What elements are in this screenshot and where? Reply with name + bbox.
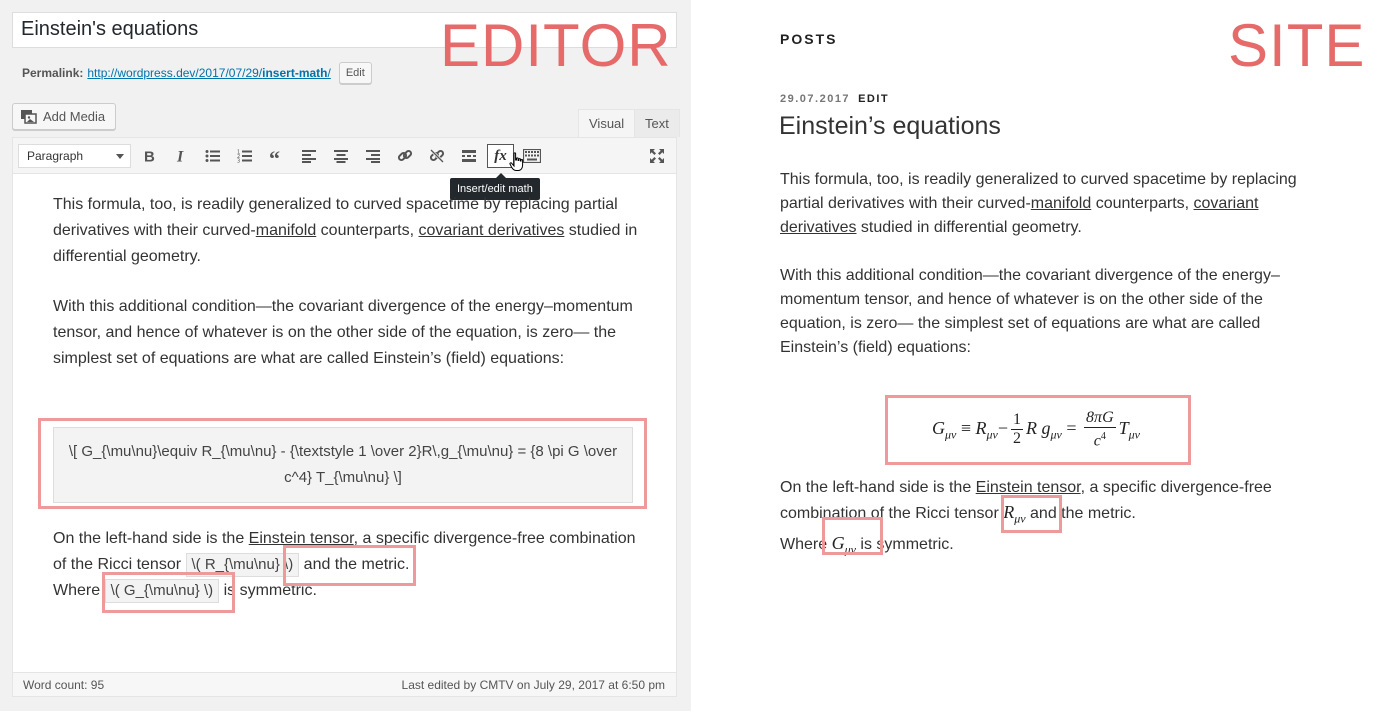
editor-pane: Einstein's equations EDITOR Permalink: h… — [0, 0, 691, 711]
align-left-icon[interactable] — [296, 144, 322, 168]
site-content: This formula, too, is readily generalize… — [780, 168, 1305, 384]
bulleted-list-icon[interactable] — [200, 144, 226, 168]
svg-text:3: 3 — [237, 159, 240, 164]
format-select[interactable]: Paragraph — [18, 144, 131, 168]
add-media-label: Add Media — [43, 109, 106, 124]
editor-label: EDITOR — [440, 12, 672, 79]
post-edit-link[interactable]: EDIT — [858, 93, 889, 105]
highlight-rendered-ricci — [1001, 495, 1062, 533]
tab-text[interactable]: Text — [634, 109, 680, 137]
permalink-link[interactable]: http://wordpress.dev/2017/07/29/insert-m… — [87, 66, 330, 80]
hand-cursor-icon — [509, 152, 525, 177]
add-media-button[interactable]: Add Media — [12, 103, 117, 130]
highlight-rendered-g — [822, 517, 883, 555]
fullscreen-icon[interactable] — [644, 144, 670, 168]
permalink-edit-button[interactable]: Edit — [338, 62, 372, 84]
post-title: Einstein’s equations — [779, 112, 1001, 140]
site-pane: SITE POSTS 29.07.2017 EDIT Einstein’s equ… — [691, 0, 1382, 711]
svg-text:I: I — [176, 149, 184, 163]
word-count: Word count: 95 — [23, 678, 105, 692]
chevron-down-icon — [116, 154, 124, 159]
svg-text:“: “ — [269, 149, 280, 163]
site-label: SITE — [1228, 12, 1366, 79]
add-media-icon — [21, 109, 37, 124]
svg-text:B: B — [144, 149, 155, 163]
site-link-einstein-tensor[interactable]: Einstein tensor — [976, 479, 1081, 496]
link-icon[interactable] — [392, 144, 418, 168]
editor-content[interactable]: This formula, too, is readily generalize… — [53, 192, 638, 396]
paragraph-2: With this additional condition—the covar… — [53, 298, 633, 367]
posts-heading: POSTS — [780, 31, 838, 47]
italic-icon[interactable]: I — [168, 144, 194, 168]
permalink-row: Permalink: http://wordpress.dev/2017/07/… — [22, 62, 372, 84]
highlight-latex-ricci — [283, 545, 416, 586]
numbered-list-icon[interactable]: 123 — [232, 144, 258, 168]
tab-visual[interactable]: Visual — [578, 109, 636, 137]
link-manifold[interactable]: manifold — [256, 222, 316, 239]
permalink-label: Permalink: — [22, 66, 84, 80]
unlink-icon[interactable] — [424, 144, 450, 168]
editor-statusbar: Word count: 95 Last edited by CMTV on Ju… — [13, 672, 676, 696]
highlight-rendered-equation — [885, 395, 1191, 465]
last-edited: Last edited by CMTV on July 29, 2017 at … — [401, 678, 665, 692]
site-paragraph-1: This formula, too, is readily generalize… — [780, 171, 1297, 236]
site-link-manifold[interactable]: manifold — [1031, 195, 1091, 212]
align-right-icon[interactable] — [360, 144, 386, 168]
editor-box: Paragraph B I 123 “ fx Insert/edit math … — [12, 137, 677, 697]
align-center-icon[interactable] — [328, 144, 354, 168]
paragraph-1: This formula, too, is readily generalize… — [53, 196, 638, 265]
site-paragraph-2: With this additional condition—the covar… — [780, 267, 1280, 356]
bold-icon[interactable]: B — [136, 144, 162, 168]
read-more-icon[interactable] — [456, 144, 482, 168]
link-covariant-derivatives[interactable]: covariant derivatives — [419, 222, 565, 239]
post-meta: 29.07.2017 EDIT — [780, 93, 889, 105]
highlight-latex-block — [38, 418, 647, 509]
editor-toolbar: Paragraph B I 123 “ fx — [13, 138, 676, 174]
blockquote-icon[interactable]: “ — [264, 144, 290, 168]
post-date[interactable]: 29.07.2017 — [780, 93, 850, 105]
highlight-latex-g — [102, 572, 235, 613]
